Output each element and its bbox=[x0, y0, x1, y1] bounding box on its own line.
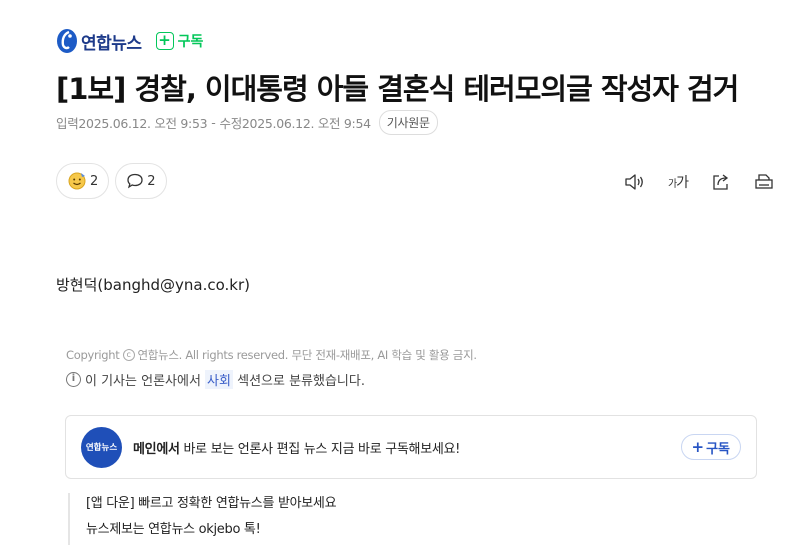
modified-label: 수정 bbox=[219, 116, 243, 131]
tts-button[interactable] bbox=[620, 170, 650, 194]
bottom-links: [앱 다운] 빠르고 정확한 연합뉴스를 받아보세요 뉴스제보는 연합뉴스 ok… bbox=[68, 493, 337, 545]
subscribe-promo-text: 메인에서 바로 보는 언론사 편집 뉴스 지금 바로 구독해보세요! bbox=[133, 438, 460, 457]
modified-datetime: 2025.06.12. 오전 9:54 bbox=[241, 116, 371, 131]
press-logo[interactable]: 연합뉴스 bbox=[56, 28, 142, 54]
info-icon: i bbox=[66, 372, 81, 387]
comment-count: 2 bbox=[147, 173, 156, 189]
print-button[interactable] bbox=[749, 170, 779, 194]
subscribe-label: 구독 bbox=[177, 34, 204, 50]
article-meta: 입력 2025.06.12. 오전 9:53 - 수정 2025.06.12. … bbox=[56, 110, 438, 135]
copyright-icon: c bbox=[122, 349, 135, 361]
subscribe-button[interactable]: + 구독 bbox=[155, 31, 204, 51]
input-datetime: 2025.06.12. 오전 9:53 bbox=[78, 116, 208, 131]
emoji-reaction-count: 2 bbox=[90, 173, 99, 189]
reporter-byline: 방현덕(banghd@yna.co.kr) bbox=[56, 276, 251, 294]
speech-bubble-icon bbox=[127, 173, 143, 189]
press-circle-logo[interactable]: 연합뉴스 bbox=[81, 426, 122, 468]
article-headline: [1보] 경찰, 이대통령 아들 결혼식 테러모의글 작성자 검거 bbox=[56, 72, 739, 106]
share-icon bbox=[713, 174, 729, 190]
smiley-face-icon bbox=[68, 172, 86, 190]
input-label: 입력 bbox=[56, 116, 79, 131]
meta-separator: - bbox=[211, 115, 216, 130]
emoji-reaction-button[interactable]: 2 bbox=[56, 163, 110, 199]
original-article-button[interactable]: 기사원문 bbox=[378, 110, 438, 135]
promo-subscribe-button[interactable]: + 구독 bbox=[680, 434, 741, 460]
press-name: 연합뉴스 bbox=[81, 33, 142, 54]
font-large-glyph: 가 bbox=[676, 175, 689, 191]
article-tools: 가가 bbox=[620, 170, 792, 194]
copyright-text: 연합뉴스. All rights reserved. 무단 전재-재배포, AI… bbox=[137, 348, 478, 362]
reactions-bar: 2 2 bbox=[56, 163, 173, 199]
news-tip-link[interactable]: 뉴스제보는 연합뉴스 okjebo 톡! bbox=[86, 519, 336, 545]
plus-icon: + bbox=[691, 438, 705, 456]
copyright-prefix: Copyright bbox=[66, 348, 120, 362]
font-size-button[interactable]: 가가 bbox=[663, 170, 693, 194]
print-icon bbox=[755, 174, 773, 189]
subscribe-promo-box: 연합뉴스 메인에서 바로 보는 언론사 편집 뉴스 지금 바로 구독해보세요! … bbox=[65, 415, 757, 479]
section-note: i 이 기사는 언론사에서 사회 섹션으로 분류했습니다. bbox=[66, 370, 365, 389]
promo-rest: 바로 보는 언론사 편집 뉴스 지금 바로 구독해보세요! bbox=[183, 441, 461, 457]
plus-icon: + bbox=[155, 32, 174, 50]
promo-bold: 메인에서 bbox=[133, 441, 180, 457]
copyright-notice: Copyright c 연합뉴스. All rights reserved. 무… bbox=[66, 347, 477, 363]
app-download-link[interactable]: [앱 다운] 빠르고 정확한 연합뉴스를 받아보세요 bbox=[86, 493, 337, 519]
section-link[interactable]: 사회 bbox=[205, 370, 233, 389]
share-button[interactable] bbox=[706, 170, 736, 194]
font-small-glyph: 가 bbox=[667, 178, 677, 190]
section-note-before: 이 기사는 언론사에서 bbox=[85, 374, 201, 389]
section-note-after: 섹션으로 분류했습니다. bbox=[237, 374, 365, 389]
press-header: 연합뉴스 + 구독 bbox=[56, 28, 203, 54]
comment-button[interactable]: 2 bbox=[115, 163, 167, 199]
speaker-icon bbox=[625, 174, 643, 190]
promo-subscribe-label: 구독 bbox=[706, 441, 730, 457]
yonhap-logo-icon bbox=[57, 29, 77, 53]
